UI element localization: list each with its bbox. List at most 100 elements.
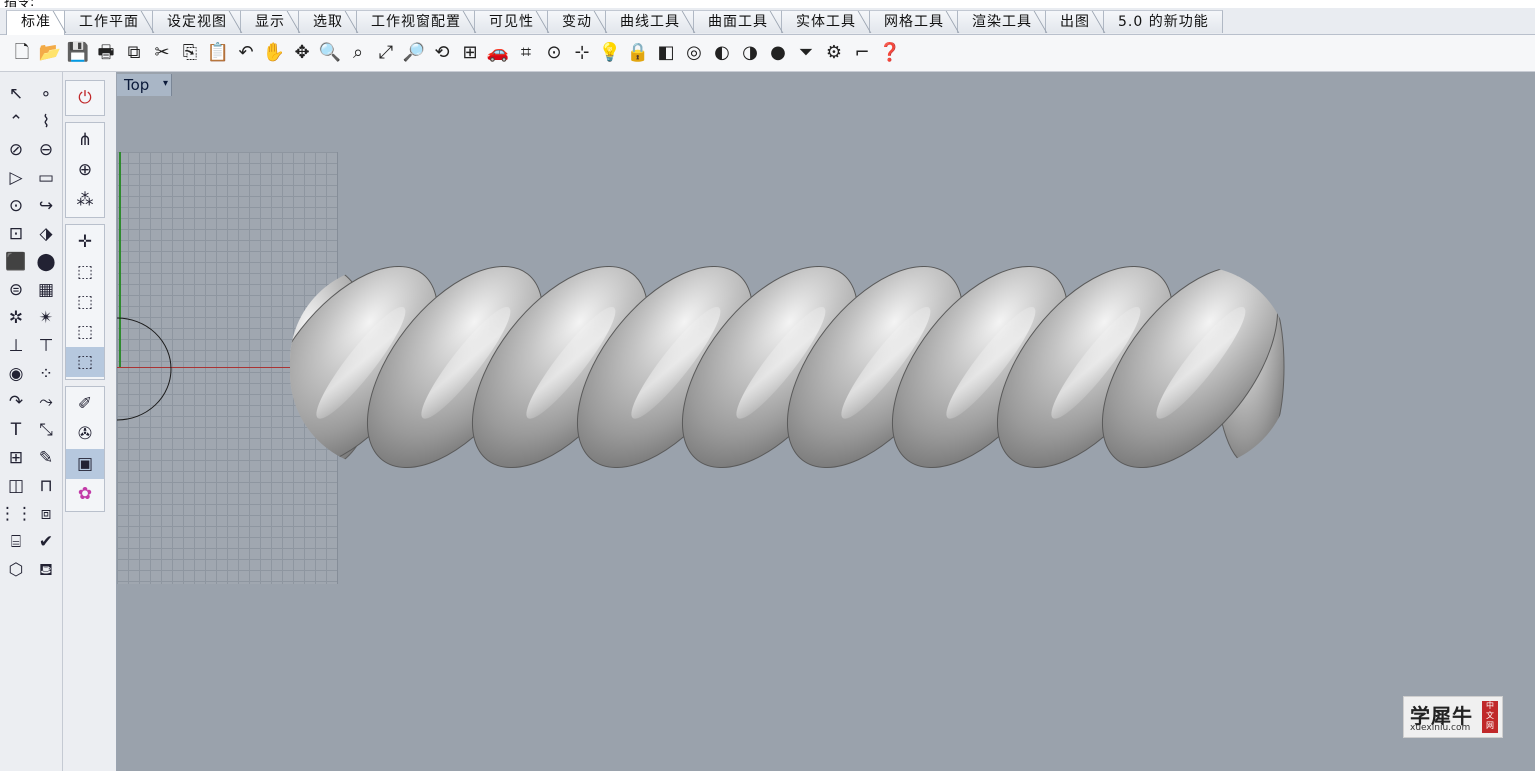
render-preview-icon[interactable]: ◐ — [708, 39, 736, 67]
paint-bucket-icon[interactable]: ⛾ — [32, 556, 60, 584]
pan-hand-icon[interactable]: ✋ — [260, 39, 288, 67]
new-document-icon[interactable]: 🗋 — [8, 39, 36, 67]
blend-curve-icon[interactable]: ⤳ — [32, 388, 60, 416]
filter-icon[interactable]: ⏷ — [792, 39, 820, 67]
circle-icon[interactable]: ⊘ — [2, 136, 30, 164]
power-icon[interactable]: ⏻ — [66, 83, 104, 113]
rotate-view-icon[interactable]: ✥ — [288, 39, 316, 67]
zoom-extents-icon[interactable]: ⤢ — [372, 39, 400, 67]
h-button-icon[interactable]: ▣ — [66, 449, 104, 479]
grid-snap-icon[interactable]: ⊙ — [540, 39, 568, 67]
tab-5[interactable]: 工作视窗配置 — [357, 10, 475, 33]
pink-gear-icon[interactable]: ✿ — [66, 479, 104, 509]
cube-view-4-icon[interactable]: ⬚ — [66, 347, 104, 377]
copy-icon[interactable]: ⎘ — [176, 39, 204, 67]
ellipse-icon[interactable]: ⊖ — [32, 136, 60, 164]
grid-array-icon[interactable]: ⋮⋮ — [0, 500, 33, 528]
brush-tool-icon[interactable]: ✇ — [66, 419, 104, 449]
tab-2[interactable]: 设定视图 — [153, 10, 241, 33]
edit-pencil-icon[interactable]: ✎ — [32, 444, 60, 472]
tab-11[interactable]: 网格工具 — [870, 10, 958, 33]
zoom-window-icon[interactable]: ⌕ — [344, 39, 372, 67]
settings-gear-icon[interactable]: ⚙ — [820, 39, 848, 67]
boolean-difference-icon[interactable]: ◉ — [2, 360, 30, 388]
shaded-sphere-icon[interactable]: ◑ — [736, 39, 764, 67]
dimension-bar-icon[interactable]: ⊓ — [32, 472, 60, 500]
toolbar-tab-strip: 标准 工作平面 设定视图 显示 选取 工作视窗配置 可见性 变动 曲线工具 曲面工具 实体工具 网格工… — [0, 8, 1535, 35]
viewport-title-tab[interactable]: Top ▾ — [117, 74, 172, 96]
polygon-icon[interactable]: ▷ — [2, 164, 30, 192]
checkmark-icon[interactable]: ✔ — [32, 528, 60, 556]
boolean-intersect-icon[interactable]: ⁘ — [32, 360, 60, 388]
command-line[interactable]: 指令: — [0, 0, 1535, 8]
tab-8[interactable]: 曲线工具 — [606, 10, 694, 33]
gear-transform-icon[interactable]: ✲ — [2, 304, 30, 332]
cube-view-3-icon[interactable]: ⬚ — [66, 317, 104, 347]
tab-10[interactable]: 实体工具 — [782, 10, 870, 33]
help-icon[interactable]: ❓ — [876, 39, 904, 67]
select-points-icon[interactable]: ⊹ — [568, 39, 596, 67]
tab-9[interactable]: 曲面工具 — [694, 10, 782, 33]
point-icon[interactable]: ∘ — [32, 80, 60, 108]
paste-icon[interactable]: 📋 — [204, 39, 232, 67]
color-wheel-icon[interactable]: ◎ — [680, 39, 708, 67]
network-nodes-icon[interactable]: ⁂ — [66, 185, 104, 215]
scale-icon[interactable]: ⤡ — [32, 416, 60, 444]
surface-corner-icon[interactable]: ⊡ — [2, 220, 30, 248]
save-icon[interactable]: 💾 — [64, 39, 92, 67]
circle-curve[interactable] — [117, 316, 177, 422]
boolean-union-icon[interactable]: ⬤ — [32, 248, 60, 276]
render-objects-icon[interactable]: ⬡ — [2, 556, 30, 584]
offset-curve-icon[interactable]: ↷ — [2, 388, 30, 416]
array-icon[interactable]: ⊞ — [2, 444, 30, 472]
render-sphere-icon[interactable]: ● — [764, 39, 792, 67]
main-tool-column: ↖ ∘ ⌃ ⌇ ⊘ ⊖ ▷ ▭ ⊙ ↪ ⊡ ⬗ ⬛ ⬤ ⊜ ▦ ✲ ✴ ⊥ ⊤ ◉ ⁘ ↷ ⤳ T ⤡ ⊞ ✎ ◫ ⊓ ⋮⋮ ⧈ ⌸ ✔ ⬡ ⛾ — [0, 80, 60, 584]
cylinder-icon[interactable]: ⊜ — [2, 276, 30, 304]
four-viewports-icon[interactable]: ⊞ — [456, 39, 484, 67]
box-solid-icon[interactable]: ⬛ — [2, 248, 30, 276]
dimension-icon[interactable]: ⌐ — [848, 39, 876, 67]
undo-icon[interactable]: ↶ — [232, 39, 260, 67]
print-icon[interactable]: 🖶 — [92, 39, 120, 67]
twisted-rope-model[interactable] — [290, 262, 1290, 472]
light-bulb-icon[interactable]: 💡 — [596, 39, 624, 67]
dropdown-arrow-icon[interactable]: ▾ — [163, 78, 168, 89]
solid-box-blue-icon[interactable]: ◫ — [2, 472, 30, 500]
tab-12[interactable]: 渲染工具 — [958, 10, 1046, 33]
fillet-curve-icon[interactable]: ↪ — [32, 192, 60, 220]
object-snap-icon[interactable]: ⌗ — [512, 39, 540, 67]
car-properties-icon[interactable]: 🚗 — [484, 39, 512, 67]
curve-control-points-icon[interactable]: ⌇ — [32, 108, 60, 136]
layer-edit-icon[interactable]: ◧ — [652, 39, 680, 67]
analyze-icon[interactable]: ⌸ — [2, 528, 30, 556]
seal-char: 文 — [1486, 711, 1494, 720]
text-icon[interactable]: T — [2, 416, 30, 444]
zoom-selected-icon[interactable]: 🔎 — [400, 39, 428, 67]
tab-1[interactable]: 工作平面 — [65, 10, 153, 33]
tab-list: 标准 工作平面 设定视图 显示 选取 工作视窗配置 可见性 变动 曲线工具 曲面工具 实体工具 网格工… — [6, 10, 1223, 35]
cube-view-2-icon[interactable]: ⬚ — [66, 287, 104, 317]
open-folder-icon[interactable]: 📂 — [36, 39, 64, 67]
polyline-icon[interactable]: ⌃ — [2, 108, 30, 136]
side-tool-group: ⋔ ⊕ ⁂ — [65, 122, 105, 218]
split-icon[interactable]: ⊥ — [2, 332, 30, 360]
explode-icon[interactable]: ✴ — [32, 304, 60, 332]
rectangle-icon[interactable]: ▭ — [32, 164, 60, 192]
zoom-icon[interactable]: 🔍 — [316, 39, 344, 67]
arc-icon[interactable]: ⊙ — [2, 192, 30, 220]
cut-icon[interactable]: ✂ — [148, 39, 176, 67]
group-icon[interactable]: ⧈ — [32, 500, 60, 528]
undo-view-icon[interactable]: ⟲ — [428, 39, 456, 67]
select-arrow-icon[interactable]: ↖ — [2, 80, 30, 108]
gumball-axes-icon[interactable]: ✛ — [66, 227, 104, 257]
mesh-icon[interactable]: ▦ — [32, 276, 60, 304]
globe-view-icon[interactable]: ⊕ — [66, 155, 104, 185]
extrude-surface-icon[interactable]: ⬗ — [32, 220, 60, 248]
lock-icon[interactable]: 🔒 — [624, 39, 652, 67]
tab-14[interactable]: 5.0 的新功能 — [1104, 10, 1223, 33]
export-icon[interactable]: ⧉ — [120, 39, 148, 67]
cube-view-1-icon[interactable]: ⬚ — [66, 257, 104, 287]
cplane-axes-icon[interactable]: ⋔ — [66, 125, 104, 155]
trim-icon[interactable]: ⊤ — [32, 332, 60, 360]
pen-tool-icon[interactable]: ✐ — [66, 389, 104, 419]
